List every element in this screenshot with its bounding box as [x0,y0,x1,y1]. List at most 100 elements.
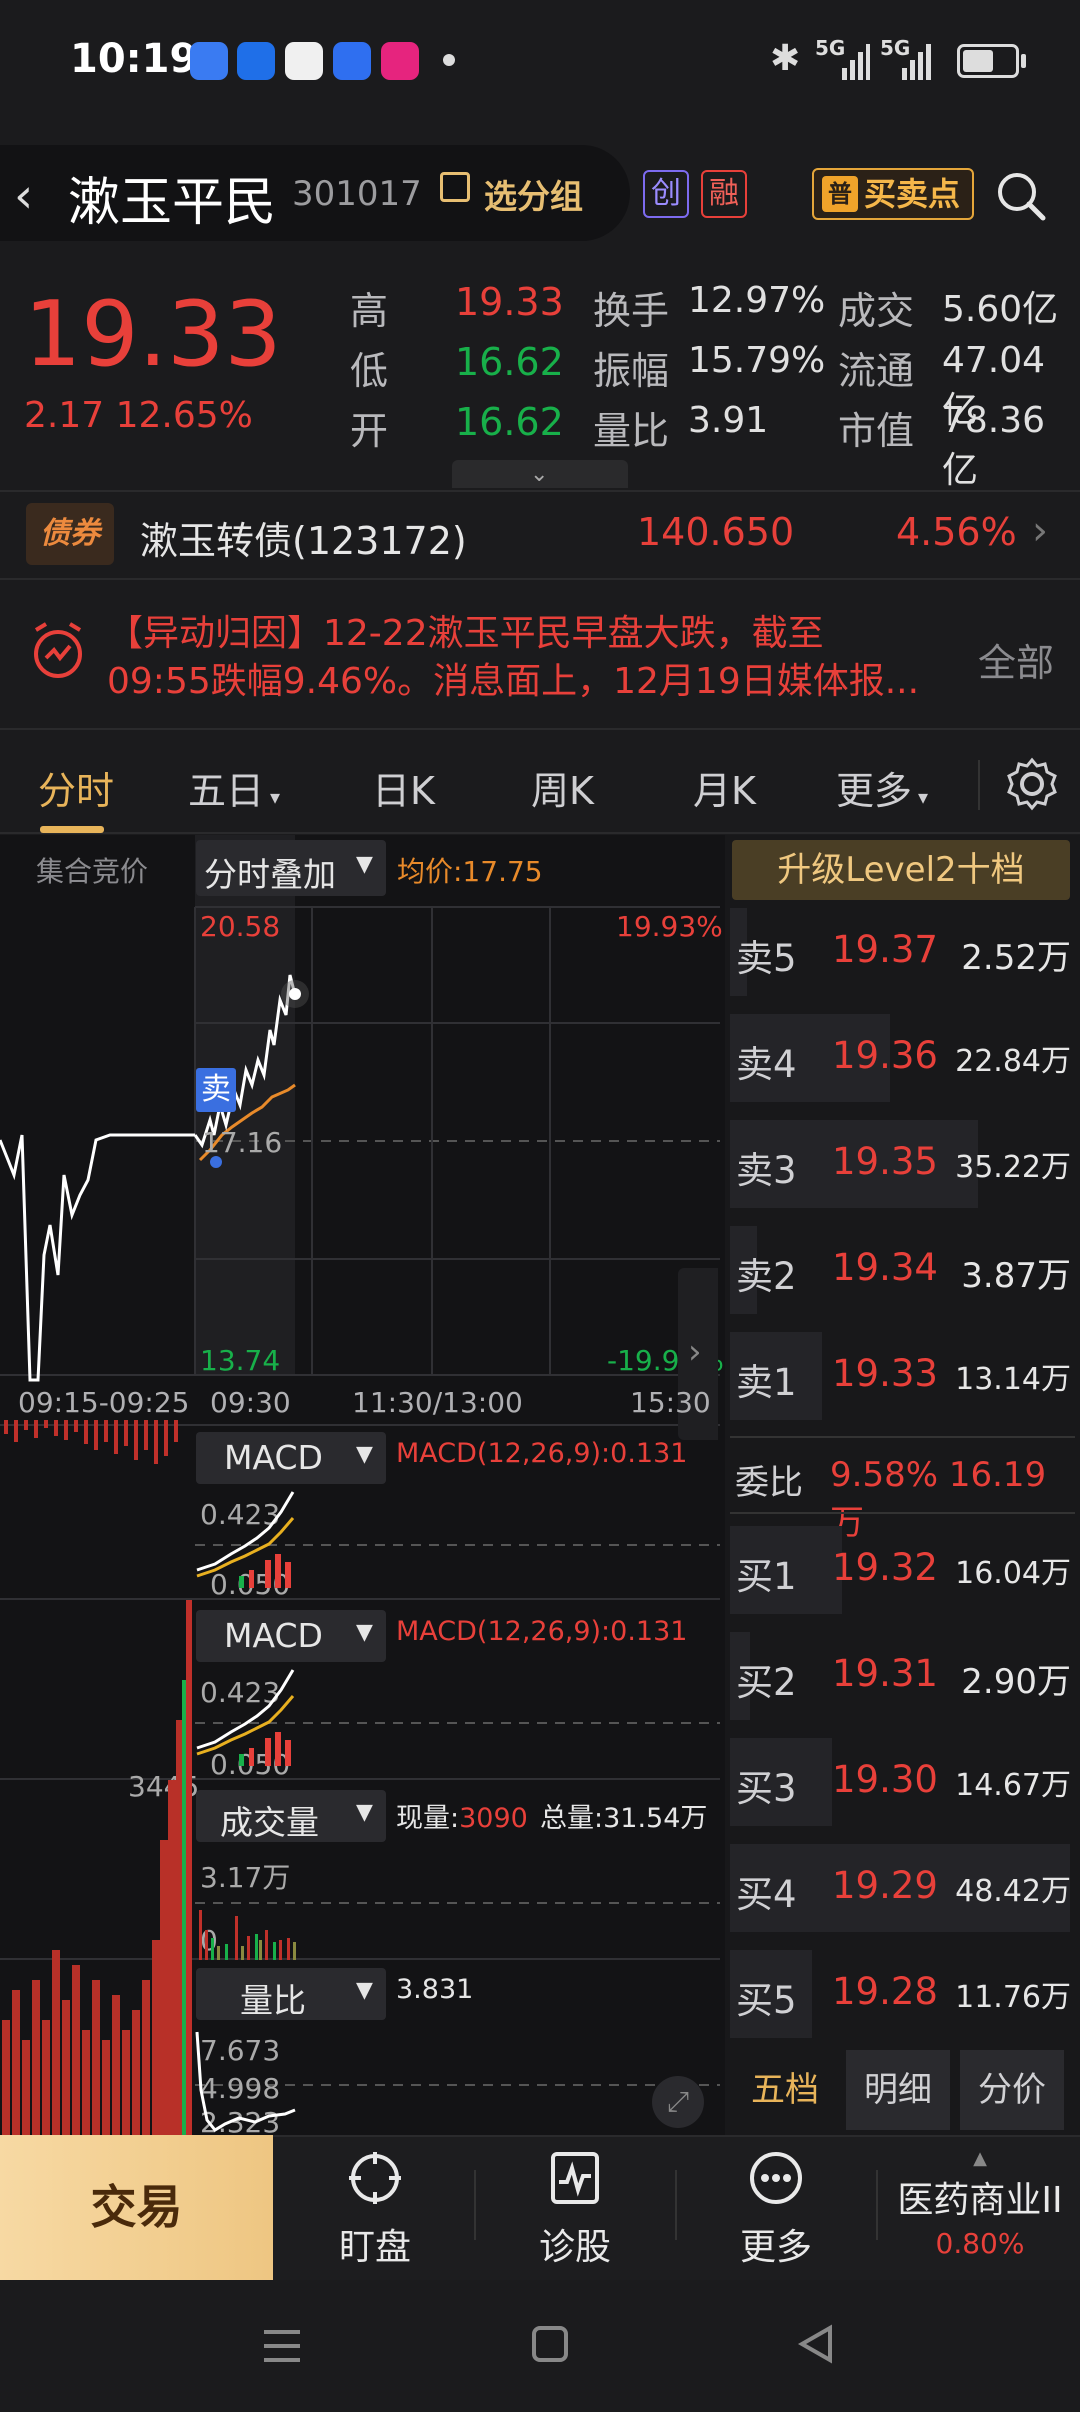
bond-name: 漱玉转债(123172) [140,519,467,563]
buy-volume: 16.04万 [955,1556,1071,1591]
buy-sell-point-button[interactable]: 普 买卖点 [812,168,974,220]
sell-marker[interactable]: 卖 [196,1068,236,1112]
sell-label: 卖2 [736,1255,797,1298]
app-notification-icon [237,42,275,80]
sell-row[interactable]: 卖4 19.36 22.84万 [730,1008,1075,1108]
quote-label: 开 [350,409,389,453]
search-icon[interactable] [993,168,1049,224]
menu-icon[interactable] [264,2330,300,2334]
quote-label: 量比 [593,409,670,453]
buy-label: 买3 [736,1767,797,1810]
nav-more[interactable]: 更多 [676,2150,876,2270]
quote-label: 成交 [838,289,915,333]
badge-icon: 普 [822,176,858,212]
sector-change: 0.80% [935,2227,1025,2260]
macd-indicator-dropdown[interactable]: MACD ▼ [196,1432,386,1484]
buy-volume: 48.42万 [955,1874,1071,1909]
quote-value: 5.60亿 [942,289,1059,330]
dropdown-arrow-icon: ▼ [356,1800,373,1825]
buy-price: 19.31 [832,1652,938,1695]
auction-volume-bars [2,1420,192,2135]
buy-label: 买5 [736,1979,797,2022]
nav-watch[interactable]: 盯盘 [275,2150,475,2270]
sector-button[interactable]: ▲ 医药商业II 0.80% [880,2148,1080,2278]
dropdown-arrow-icon: ▼ [356,1620,373,1645]
alert-line-2: 09:55跌幅9.46%。消息面上，12月19日媒体报... [107,661,920,702]
bottom-price-label: 13.74 [200,1344,281,1377]
macd-value: MACD(12,26,9):0.131 [396,1438,688,1469]
tab-five-day[interactable]: 五日 ▾ [188,760,280,815]
tab-more[interactable]: 更多 ▾ [836,760,928,815]
active-tab-indicator [40,826,104,833]
quote-label: 市值 [838,409,915,453]
sell-price: 19.33 [832,1352,938,1395]
tab-month-k[interactable]: 月K [693,760,756,815]
sell-price: 19.35 [832,1140,938,1183]
tab-details[interactable]: 明细 [846,2050,950,2130]
view-all-link[interactable]: 全部 [978,632,1054,687]
home-icon[interactable] [532,2326,568,2362]
sell-volume: 22.84万 [955,1044,1071,1079]
top-price-label: 20.58 [200,910,281,943]
sell-volume: 3.87万 [961,1256,1071,1296]
rong-badge: 融 [701,170,747,218]
gear-icon[interactable] [1004,756,1060,812]
quote-value: 16.62 [455,340,564,384]
buy-price: 19.32 [832,1546,938,1589]
alert-line-1: 【异动归因】12-22漱玉平民早盘大跌，截至 [107,613,824,654]
bluetooth-icon: ✱ [770,38,801,79]
mid-price-label: 17.16 [202,1126,283,1159]
expand-quote-button[interactable]: ⌄ [452,460,628,488]
select-group-button[interactable]: 选分组 [484,170,583,218]
top-pct-label: 19.93% [616,910,723,943]
sell-label: 卖4 [736,1043,797,1086]
time-label-pre: 09:15-09:25 [18,1386,190,1419]
tab-price-split[interactable]: 分价 [960,2050,1064,2130]
fullscreen-icon[interactable]: ⤢ [652,2076,704,2128]
volume-indicator-dropdown[interactable]: 成交量 ▼ [196,1790,386,1842]
buy-row[interactable]: 买2 19.31 2.90万 [730,1626,1075,1726]
macd-chart-2 [196,1669,295,1766]
overlay-dropdown[interactable]: 分时叠加 ▼ [196,840,386,896]
buy-row[interactable]: 买1 19.32 16.04万 [730,1520,1075,1620]
total-volume: 总量:31.54万 [540,1803,708,1834]
tab-day-k[interactable]: 日K [372,760,435,815]
pulse-chart-icon [551,2152,599,2204]
battery-icon [957,44,1019,78]
upgrade-level2-button[interactable]: 升级Level2十档 [732,840,1070,900]
sell-price: 19.36 [832,1034,938,1077]
current-price: 19.33 [24,282,282,387]
quote-value: 3.91 [688,400,769,441]
bond-tag: 债券 [26,503,114,565]
sell-row[interactable]: 卖5 19.37 2.52万 [730,902,1075,1002]
trade-button[interactable]: 交易 [0,2135,273,2280]
avatar-notification-icon [285,42,323,80]
chevron-down-icon: ⌄ [530,462,549,487]
tab-intraday[interactable]: 分时 [38,760,114,815]
sell-row[interactable]: 卖3 19.35 35.22万 [730,1114,1075,1214]
sell-row[interactable]: 卖2 19.34 3.87万 [730,1220,1075,1320]
time-label-open: 09:30 [210,1386,291,1419]
sell-volume: 2.52万 [961,938,1071,978]
sell-price: 19.34 [832,1246,938,1289]
buy-row[interactable]: 买4 19.29 48.42万 [730,1838,1075,1938]
macd-indicator-dropdown-2[interactable]: MACD ▼ [196,1610,386,1662]
back-icon[interactable]: ‹ [14,168,33,224]
more-notifications-icon [443,54,455,66]
nav-diagnose[interactable]: 诊股 [475,2150,675,2270]
sell-label: 卖5 [736,937,797,980]
back-nav-icon[interactable] [796,2324,836,2364]
tab-five-levels[interactable]: 五档 [730,2050,840,2130]
avg-price: 均价:17.75 [397,855,543,888]
sell-row[interactable]: 卖1 19.33 13.14万 [730,1326,1075,1426]
quote-label: 换手 [593,289,670,333]
tab-week-k[interactable]: 周K [531,760,594,815]
sell-label: 卖3 [736,1149,797,1192]
ratio-indicator-dropdown[interactable]: 量比 ▼ [196,1968,386,2020]
buy-row[interactable]: 买5 19.28 11.76万 [730,1944,1075,2044]
sell-volume: 35.22万 [955,1150,1071,1185]
current-volume: 现量:3090 [396,1803,528,1834]
quote-label: 低 [350,349,389,393]
buy-row[interactable]: 买3 19.30 14.67万 [730,1732,1075,1832]
alarm-clock-icon [34,622,82,678]
